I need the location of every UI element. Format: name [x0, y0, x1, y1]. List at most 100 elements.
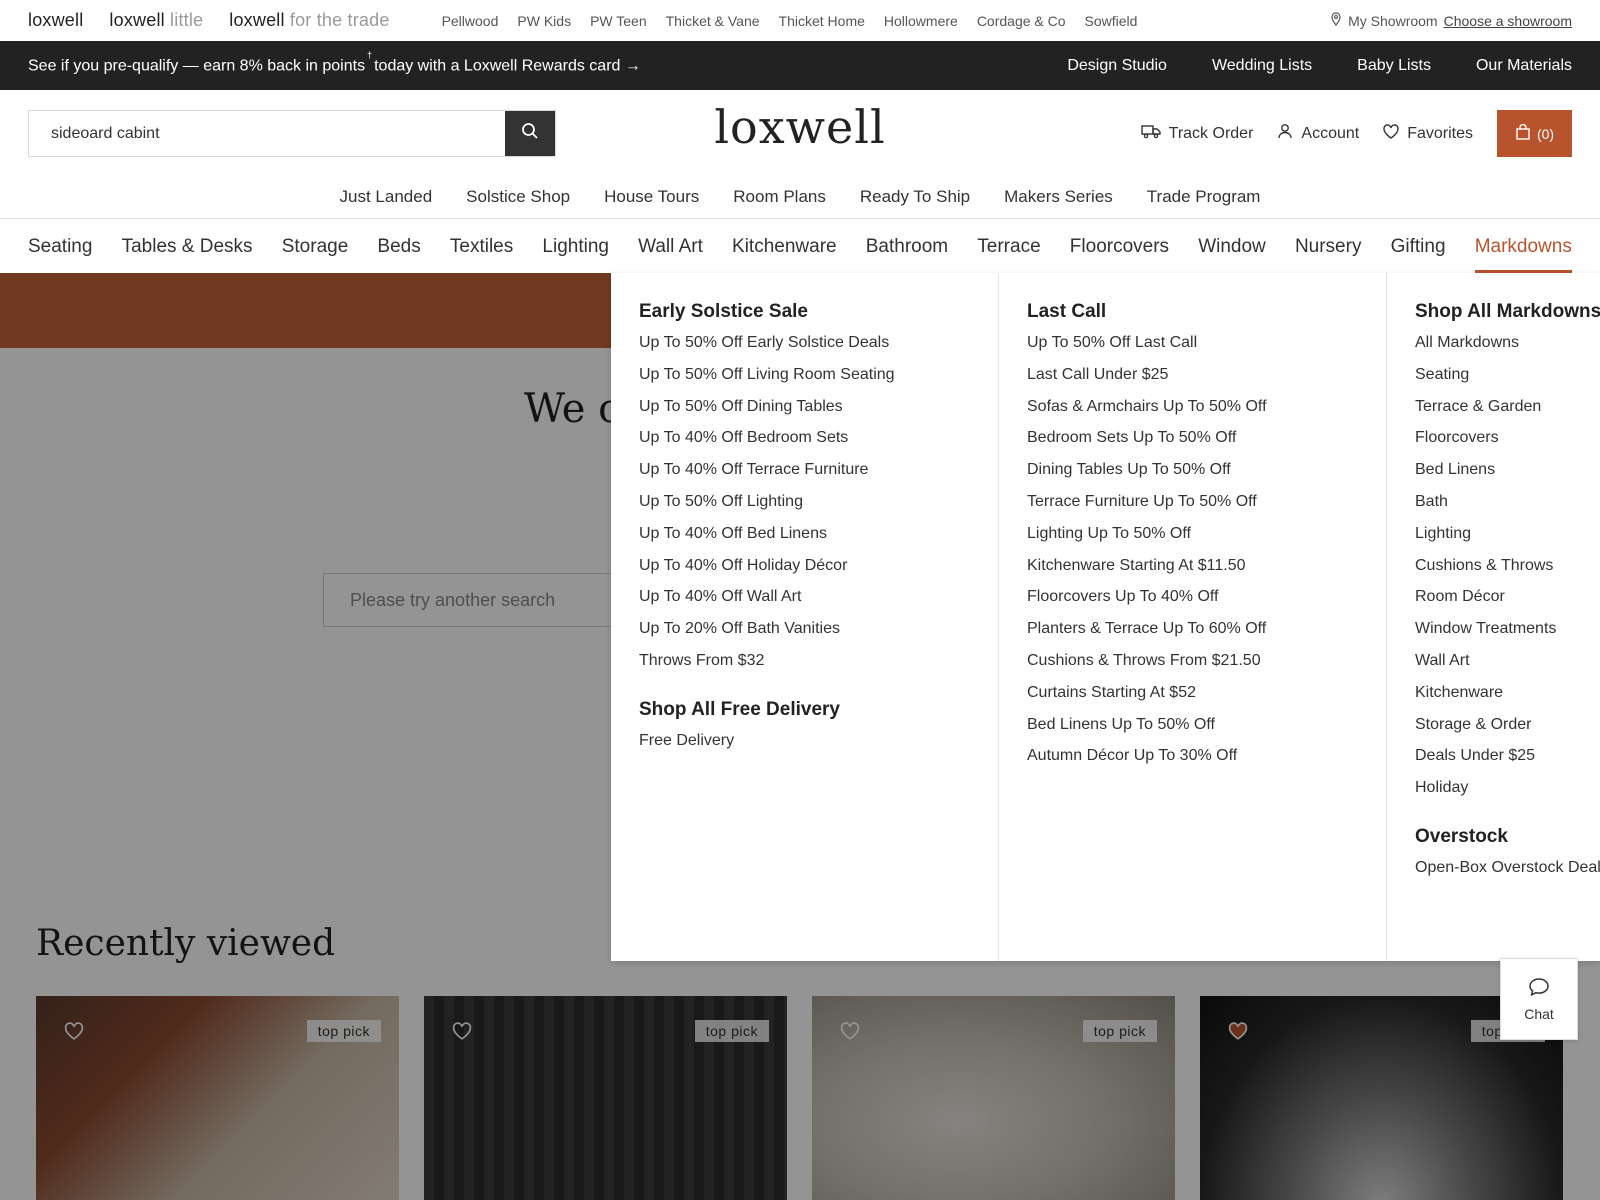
- sister-sites: Pellwood PW Kids PW Teen Thicket & Vane …: [442, 13, 1138, 29]
- subnav-item[interactable]: Trade Program: [1147, 187, 1261, 207]
- category-kitchenware[interactable]: Kitchenware: [732, 220, 837, 273]
- promo-text: today with a Loxwell Rewards card →: [374, 57, 641, 75]
- mega-link[interactable]: Window Treatments: [1415, 619, 1600, 651]
- mega-link[interactable]: Lighting Up To 50% Off: [1027, 524, 1386, 556]
- mega-link[interactable]: Kitchenware: [1415, 683, 1600, 715]
- site-logo[interactable]: loxwell: [714, 100, 885, 154]
- category-gifting[interactable]: Gifting: [1391, 220, 1446, 273]
- mega-link[interactable]: Room Décor: [1415, 587, 1600, 619]
- mega-link[interactable]: Terrace & Garden: [1415, 397, 1600, 429]
- mega-link[interactable]: Up To 40% Off Holiday Décor: [639, 556, 998, 588]
- category-lighting[interactable]: Lighting: [542, 220, 609, 273]
- category-terrace[interactable]: Terrace: [977, 220, 1040, 273]
- sister-site-link[interactable]: PW Teen: [590, 13, 647, 29]
- mega-link[interactable]: Cushions & Throws: [1415, 556, 1600, 588]
- mega-heading[interactable]: Shop All Markdowns: [1415, 301, 1600, 323]
- mega-link[interactable]: Floorcovers: [1415, 428, 1600, 460]
- design-studio-link[interactable]: Design Studio: [1067, 57, 1167, 75]
- brand-loxwell[interactable]: loxwell: [28, 10, 83, 31]
- mega-link[interactable]: Seating: [1415, 365, 1600, 397]
- sister-site-link[interactable]: Sowfield: [1085, 13, 1138, 29]
- mega-link[interactable]: Up To 40% Off Terrace Furniture: [639, 460, 998, 492]
- mega-link[interactable]: Up To 40% Off Bed Linens: [639, 524, 998, 556]
- mega-heading[interactable]: Overstock: [1415, 826, 1600, 848]
- promo-footnote-mark: †: [367, 49, 373, 60]
- category-window[interactable]: Window: [1198, 220, 1266, 273]
- mega-link[interactable]: Bedroom Sets Up To 50% Off: [1027, 428, 1386, 460]
- category-bathroom[interactable]: Bathroom: [866, 220, 948, 273]
- category-nursery[interactable]: Nursery: [1295, 220, 1362, 273]
- mega-link[interactable]: Cushions & Throws From $21.50: [1027, 651, 1386, 683]
- mega-heading[interactable]: Early Solstice Sale: [639, 301, 998, 323]
- baby-lists-link[interactable]: Baby Lists: [1357, 57, 1431, 75]
- mega-link[interactable]: Lighting: [1415, 524, 1600, 556]
- sister-site-link[interactable]: Hollowmere: [884, 13, 958, 29]
- brand-loxwell-trade[interactable]: loxwell for the trade: [229, 10, 389, 31]
- track-order-link[interactable]: Track Order: [1140, 123, 1253, 144]
- sister-site-link[interactable]: PW Kids: [517, 13, 571, 29]
- category-tables-desks[interactable]: Tables & Desks: [122, 220, 253, 273]
- mega-link[interactable]: Open-Box Overstock Deals: [1415, 858, 1600, 890]
- mega-link[interactable]: Up To 50% Off Dining Tables: [639, 397, 998, 429]
- mega-link[interactable]: Holiday: [1415, 778, 1600, 810]
- mega-link[interactable]: Up To 20% Off Bath Vanities: [639, 619, 998, 651]
- mega-link[interactable]: Dining Tables Up To 50% Off: [1027, 460, 1386, 492]
- mega-link[interactable]: All Markdowns: [1415, 333, 1600, 365]
- mega-link[interactable]: Planters & Terrace Up To 60% Off: [1027, 619, 1386, 651]
- search-input[interactable]: [29, 111, 505, 156]
- subnav-item[interactable]: House Tours: [604, 187, 699, 207]
- mega-link[interactable]: Terrace Furniture Up To 50% Off: [1027, 492, 1386, 524]
- subnav-item[interactable]: Makers Series: [1004, 187, 1113, 207]
- category-seating[interactable]: Seating: [28, 220, 92, 273]
- category-markdowns[interactable]: Markdowns: [1474, 220, 1573, 273]
- chat-button[interactable]: Chat: [1500, 958, 1578, 1040]
- mega-link[interactable]: Deals Under $25: [1415, 746, 1600, 778]
- mega-column-early-solstice: Early Solstice Sale Up To 50% Off Early …: [611, 273, 999, 961]
- mega-link[interactable]: Last Call Under $25: [1027, 365, 1386, 397]
- mega-link[interactable]: Up To 40% Off Bedroom Sets: [639, 428, 998, 460]
- mega-link[interactable]: Storage & Order: [1415, 715, 1600, 747]
- subnav-item[interactable]: Ready To Ship: [860, 187, 970, 207]
- category-floorcovers[interactable]: Floorcovers: [1070, 220, 1169, 273]
- mega-link[interactable]: Bath: [1415, 492, 1600, 524]
- subnav-item[interactable]: Solstice Shop: [466, 187, 570, 207]
- mega-link[interactable]: Floorcovers Up To 40% Off: [1027, 587, 1386, 619]
- mega-link[interactable]: Sofas & Armchairs Up To 50% Off: [1027, 397, 1386, 429]
- wedding-lists-link[interactable]: Wedding Lists: [1212, 57, 1312, 75]
- subnav-item[interactable]: Just Landed: [340, 187, 433, 207]
- account-link[interactable]: Account: [1277, 123, 1359, 144]
- sister-site-link[interactable]: Thicket & Vane: [666, 13, 760, 29]
- choose-showroom-link[interactable]: Choose a showroom: [1444, 13, 1572, 29]
- mega-link[interactable]: Up To 40% Off Wall Art: [639, 587, 998, 619]
- search-button[interactable]: [505, 111, 555, 156]
- mega-link[interactable]: Bed Linens Up To 50% Off: [1027, 715, 1386, 747]
- mega-heading[interactable]: Shop All Free Delivery: [639, 699, 998, 721]
- promo-text: See if you pre-qualify — earn 8% back in…: [28, 57, 366, 75]
- favorites-link[interactable]: Favorites: [1383, 123, 1473, 144]
- cart-button[interactable]: (0): [1497, 110, 1572, 157]
- mega-link[interactable]: Wall Art: [1415, 651, 1600, 683]
- mega-link[interactable]: Kitchenware Starting At $11.50: [1027, 556, 1386, 588]
- mega-link[interactable]: Up To 50% Off Lighting: [639, 492, 998, 524]
- cart-count: (0): [1536, 125, 1555, 142]
- category-storage[interactable]: Storage: [282, 220, 349, 273]
- our-materials-link[interactable]: Our Materials: [1476, 57, 1572, 75]
- mega-link[interactable]: Curtains Starting At $52: [1027, 683, 1386, 715]
- mega-link[interactable]: Up To 50% Off Last Call: [1027, 333, 1386, 365]
- mega-link[interactable]: Autumn Décor Up To 30% Off: [1027, 746, 1386, 778]
- mega-heading[interactable]: Last Call: [1027, 301, 1386, 323]
- sister-site-link[interactable]: Pellwood: [442, 13, 499, 29]
- category-textiles[interactable]: Textiles: [450, 220, 513, 273]
- sister-site-link[interactable]: Cordage & Co: [977, 13, 1066, 29]
- mega-link[interactable]: Free Delivery: [639, 731, 998, 763]
- subnav-item[interactable]: Room Plans: [733, 187, 826, 207]
- category-beds[interactable]: Beds: [377, 220, 420, 273]
- brand-loxwell-little[interactable]: loxwell little: [109, 10, 203, 31]
- mega-link[interactable]: Throws From $32: [639, 651, 998, 683]
- rewards-promo-link[interactable]: See if you pre-qualify — earn 8% back in…: [28, 50, 641, 75]
- mega-link[interactable]: Up To 50% Off Early Solstice Deals: [639, 333, 998, 365]
- mega-link[interactable]: Up To 50% Off Living Room Seating: [639, 365, 998, 397]
- category-wall-art[interactable]: Wall Art: [638, 220, 703, 273]
- mega-link[interactable]: Bed Linens: [1415, 460, 1600, 492]
- sister-site-link[interactable]: Thicket Home: [779, 13, 865, 29]
